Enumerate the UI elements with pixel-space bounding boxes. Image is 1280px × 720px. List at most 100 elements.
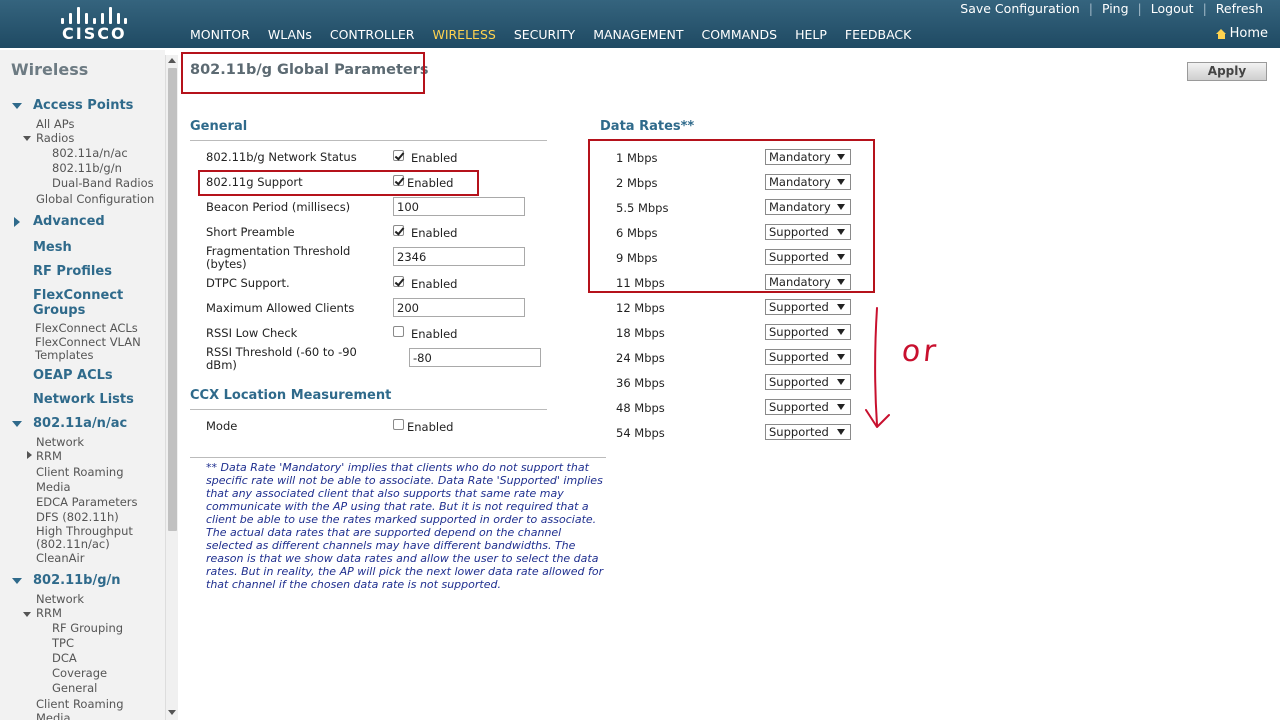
sidebar-item-anac-media[interactable]: Media — [36, 480, 71, 494]
nav-controller[interactable]: CONTROLLER — [321, 27, 424, 42]
sidebar-item-anac-cleanair[interactable]: CleanAir — [36, 551, 84, 565]
expanded-arrow-icon[interactable] — [23, 612, 31, 617]
max-clients-input[interactable] — [393, 298, 525, 317]
rssi-low-check-label: RSSI Low Check — [206, 326, 298, 340]
sidebar-item-anac-high-throughput[interactable]: High Throughput — [36, 524, 133, 538]
sidebar-item-bgn-dca[interactable]: DCA — [52, 651, 77, 665]
expanded-arrow-icon[interactable] — [12, 421, 22, 427]
sidebar-item-bgn-media[interactable]: Media — [36, 711, 71, 720]
ccx-mode-enabled-label: Enabled — [407, 420, 454, 434]
data-rate-value: Supported — [769, 400, 829, 414]
scroll-up-arrow-icon[interactable] — [168, 58, 176, 63]
sidebar-item-radios[interactable]: Radios — [36, 131, 74, 145]
home-label: Home — [1229, 26, 1268, 41]
data-rate-select[interactable]: Supported — [765, 324, 851, 340]
rssi-low-check-checkbox[interactable] — [393, 326, 404, 337]
data-rate-select[interactable]: Supported — [765, 424, 851, 440]
sidebar-item-bgn-rrm[interactable]: RRM — [36, 606, 62, 620]
ccx-section-title: CCX Location Measurement — [190, 388, 392, 403]
sidebar-item-bgn-coverage[interactable]: Coverage — [52, 666, 107, 680]
sidebar-item-bgn-network[interactable]: Network — [36, 592, 84, 606]
sidebar-item-bgn-rf-grouping[interactable]: RF Grouping — [52, 621, 123, 635]
ping-link[interactable]: Ping — [1093, 1, 1138, 16]
scroll-down-arrow-icon[interactable] — [168, 710, 176, 715]
collapsed-arrow-icon[interactable] — [27, 451, 32, 459]
apply-button[interactable]: Apply — [1187, 62, 1267, 81]
sidebar-item-bgn-tpc[interactable]: TPC — [52, 636, 74, 650]
data-rate-value: Supported — [769, 425, 829, 439]
collapsed-arrow-icon[interactable] — [14, 217, 20, 227]
beacon-period-input[interactable] — [393, 197, 525, 216]
logout-link[interactable]: Logout — [1142, 1, 1203, 16]
rssi-threshold-unit-label: dBm) — [206, 358, 237, 372]
sidebar-item-anac-client-roaming[interactable]: Client Roaming — [36, 465, 124, 479]
nav-monitor[interactable]: MONITOR — [181, 27, 259, 42]
sidebar-item-access-points[interactable]: Access Points — [33, 98, 133, 113]
sidebar-item-global-configuration[interactable]: Global Configuration — [36, 192, 154, 206]
expanded-arrow-icon[interactable] — [23, 136, 31, 141]
sidebar-item-all-aps[interactable]: All APs — [36, 117, 75, 131]
sidebar-item-80211bgn[interactable]: 802.11b/g/n — [33, 573, 121, 588]
section-divider — [190, 409, 547, 410]
nav-help[interactable]: HELP — [786, 27, 836, 42]
nav-wireless[interactable]: WIRELESS — [423, 27, 504, 42]
cisco-logo-bars-icon — [60, 4, 127, 24]
save-configuration-link[interactable]: Save Configuration — [951, 1, 1088, 16]
short-preamble-checkbox[interactable] — [393, 225, 404, 236]
sidebar-item-advanced[interactable]: Advanced — [33, 214, 105, 229]
rssi-low-check-enabled-label: Enabled — [411, 327, 458, 341]
sidebar-item-bgn-general[interactable]: General — [52, 681, 97, 695]
sidebar-item-80211anac[interactable]: 802.11a/n/ac — [33, 416, 127, 431]
expanded-arrow-icon[interactable] — [12, 103, 22, 109]
data-rates-section-title: Data Rates** — [600, 119, 695, 134]
sidebar-item-radios-80211anac[interactable]: 802.11a/n/ac — [52, 146, 128, 160]
sidebar-item-dual-band-radios[interactable]: Dual-Band Radios — [52, 176, 154, 190]
sidebar-item-anac-dfs[interactable]: DFS (802.11h) — [36, 510, 119, 524]
sidebar-item-flexconnect-vlan-templates[interactable]: Templates — [35, 348, 93, 362]
expanded-arrow-icon[interactable] — [12, 578, 22, 584]
refresh-link[interactable]: Refresh — [1207, 1, 1272, 16]
sidebar-item-flexconnect-acls[interactable]: FlexConnect ACLs — [35, 321, 138, 335]
ccx-mode-label: Mode — [206, 419, 238, 433]
sidebar-item-flexconnect-vlan[interactable]: FlexConnect VLAN — [35, 335, 141, 349]
sidebar-scrollbar[interactable] — [165, 55, 178, 720]
sidebar-item-anac-edca-parameters[interactable]: EDCA Parameters — [36, 495, 138, 509]
sidebar-item-anac-high-throughput-cont[interactable]: (802.11n/ac) — [36, 537, 110, 551]
sidebar-item-flexconnect-groups-cont[interactable]: Groups — [33, 303, 85, 318]
dropdown-arrow-icon — [837, 329, 845, 335]
data-rate-select[interactable]: Supported — [765, 299, 851, 315]
data-rate-select[interactable]: Supported — [765, 349, 851, 365]
fragmentation-threshold-input[interactable] — [393, 247, 525, 266]
handwritten-or-text: or — [900, 334, 941, 369]
nav-commands[interactable]: COMMANDS — [692, 27, 786, 42]
dtpc-support-checkbox[interactable] — [393, 276, 404, 287]
sidebar-item-flexconnect-groups[interactable]: FlexConnect — [33, 288, 123, 303]
max-clients-label: Maximum Allowed Clients — [206, 301, 355, 315]
utility-links: Save Configuration | Ping | Logout | Ref… — [951, 1, 1272, 16]
sidebar-item-network-lists[interactable]: Network Lists — [33, 392, 134, 407]
sidebar-scroll-thumb[interactable] — [168, 68, 177, 531]
network-status-checkbox[interactable] — [393, 150, 404, 161]
cisco-logo[interactable]: CISCO — [60, 4, 127, 44]
data-rate-label: 24 Mbps — [616, 351, 665, 365]
dtpc-support-label: DTPC Support. — [206, 276, 290, 290]
dropdown-arrow-icon — [837, 304, 845, 310]
data-rates-highlight-box — [588, 139, 875, 293]
sidebar-item-anac-rrm[interactable]: RRM — [36, 449, 62, 463]
sidebar-item-anac-network[interactable]: Network — [36, 435, 84, 449]
ccx-mode-checkbox[interactable] — [393, 419, 404, 430]
nav-wlans[interactable]: WLANs — [259, 27, 321, 42]
sidebar-item-oeap-acls[interactable]: OEAP ACLs — [33, 368, 113, 383]
sidebar-item-bgn-client-roaming[interactable]: Client Roaming — [36, 697, 124, 711]
sidebar-item-mesh[interactable]: Mesh — [33, 240, 72, 255]
nav-feedback[interactable]: FEEDBACK — [836, 27, 920, 42]
sidebar-item-radios-80211bgn[interactable]: 802.11b/g/n — [52, 161, 122, 175]
cisco-logo-text: CISCO — [62, 24, 127, 43]
rssi-threshold-input[interactable] — [409, 348, 541, 367]
nav-management[interactable]: MANAGEMENT — [584, 27, 692, 42]
data-rate-select[interactable]: Supported — [765, 399, 851, 415]
home-link[interactable]: Home — [1215, 26, 1268, 41]
data-rate-select[interactable]: Supported — [765, 374, 851, 390]
nav-security[interactable]: SECURITY — [505, 27, 584, 42]
sidebar-item-rf-profiles[interactable]: RF Profiles — [33, 264, 112, 279]
